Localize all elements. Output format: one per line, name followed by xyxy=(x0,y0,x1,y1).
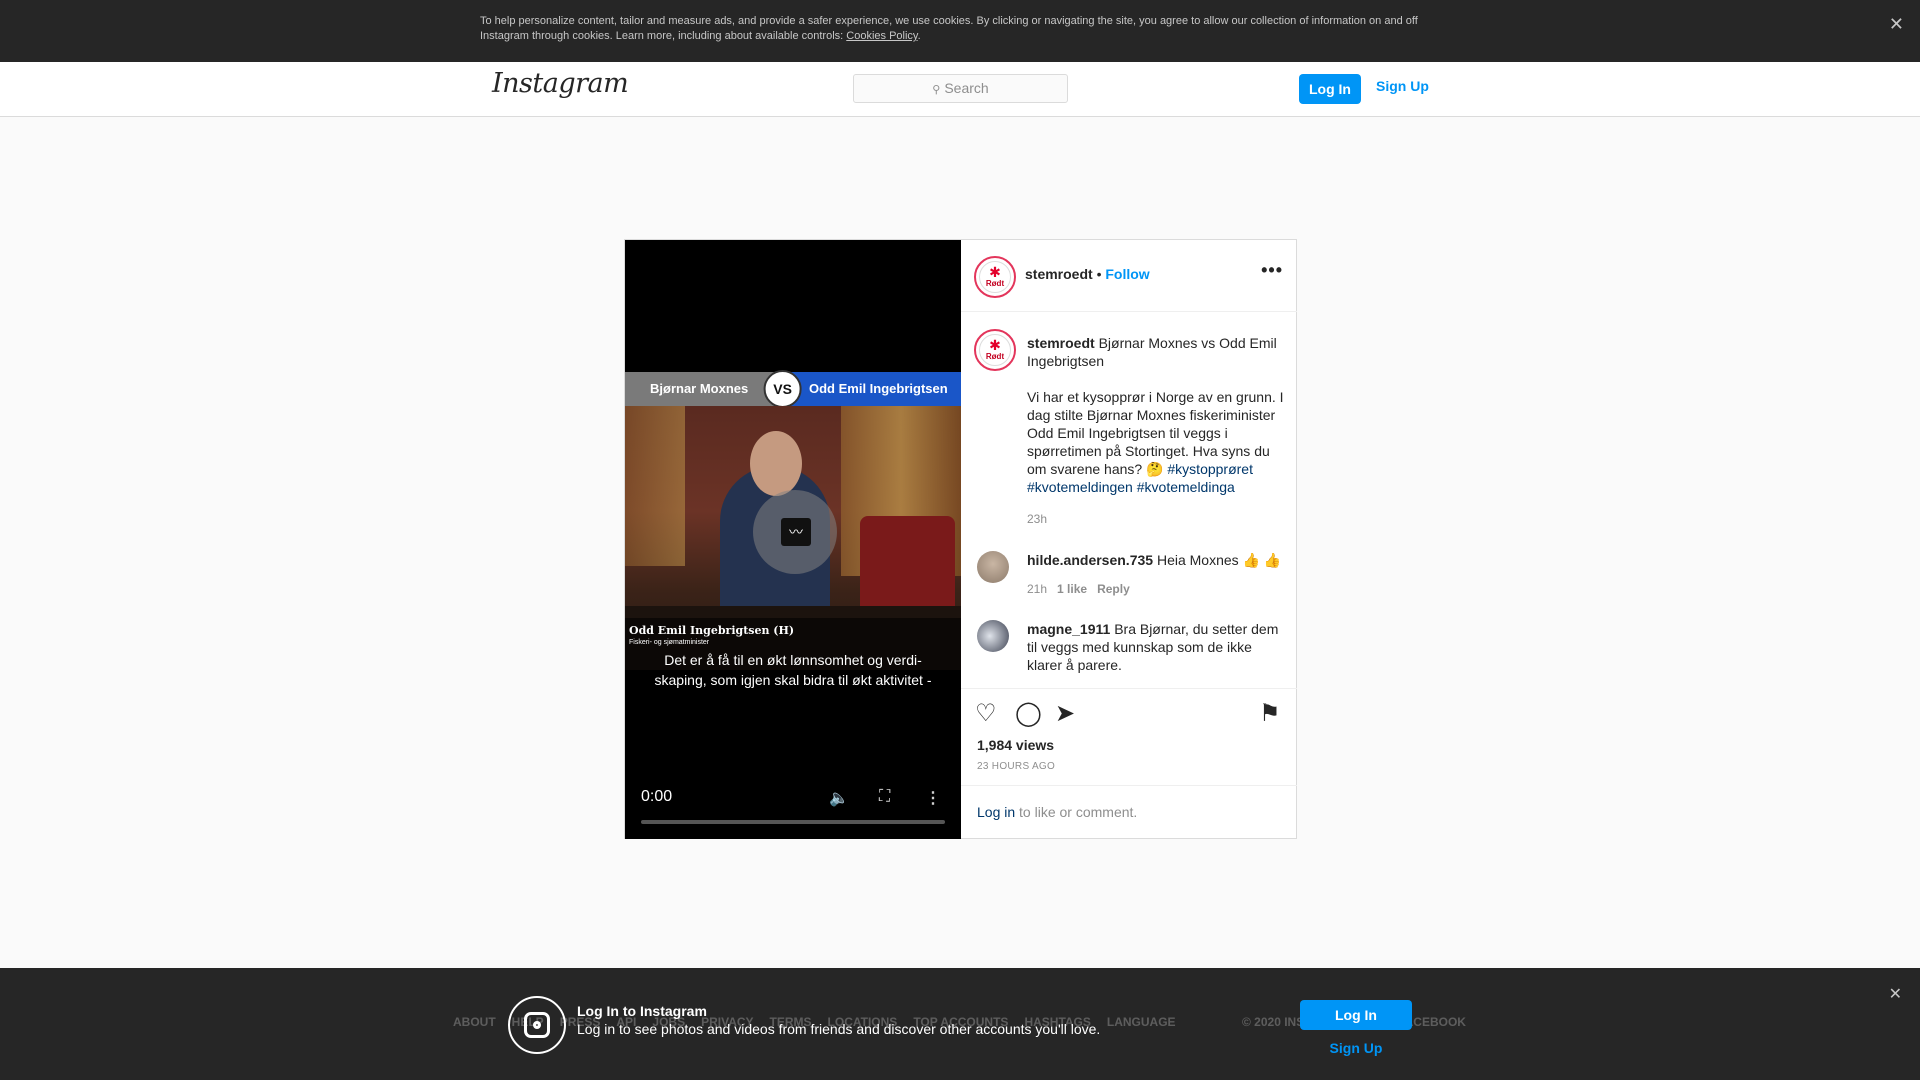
view-count[interactable]: 1,984 views xyxy=(977,737,1054,753)
reply-button[interactable]: Reply xyxy=(1097,582,1130,596)
avatar[interactable]: ✱ Rødt xyxy=(974,256,1016,298)
vs-banner: Bjørnar Moxnes Odd Emil Ingebrigtsen VS xyxy=(625,370,961,408)
comment-likes[interactable]: 1 like xyxy=(1057,582,1087,596)
avatar[interactable] xyxy=(977,551,1009,583)
comment-icon[interactable]: ◯ xyxy=(1015,699,1042,728)
login-banner: ABOUT HELP PRESS API JOBS PRIVACY TERMS LOCATIO… xyxy=(0,968,1920,1080)
hashtag-link[interactable]: #kystopprøret xyxy=(1167,461,1253,477)
signup-link[interactable]: Sign Up xyxy=(1376,78,1429,94)
video-time: 0:00 xyxy=(641,788,673,805)
search-icon: ⚲ xyxy=(932,84,941,96)
cookie-message: To help personalize content, tailor and … xyxy=(480,15,1418,42)
camera-lens xyxy=(533,1021,541,1029)
avatar-image: ✱ Rødt xyxy=(979,261,1011,293)
video-controls: 0:00 🔈 ⛶ ⋮ xyxy=(625,780,961,839)
comment-meta: 21h 1 like Reply xyxy=(1027,582,1140,596)
top-nav: Instagram ⚲ Search Log In Sign Up xyxy=(0,62,1920,117)
footer-link[interactable]: LANGUAGE xyxy=(1107,1015,1176,1029)
speaker-head xyxy=(750,431,802,496)
login-prompt: Log in to like or comment. xyxy=(961,785,1297,839)
play-button[interactable]: 〰 xyxy=(753,490,837,574)
comment-username[interactable]: hilde.andersen.735 xyxy=(1027,552,1153,568)
star-icon: ✱ xyxy=(989,337,1001,353)
caption-username[interactable]: stemroedt xyxy=(1027,335,1095,351)
search-placeholder: Search xyxy=(944,80,989,96)
avatar[interactable]: ✱ Rødt xyxy=(974,329,1016,371)
avatar-text: Rødt xyxy=(985,279,1005,288)
post-actions: ♡ ◯ ➤ ⚑ 1,984 views 23 HOURS AGO Log in … xyxy=(961,688,1297,838)
heart-icon[interactable]: ♡ xyxy=(975,699,997,728)
login-button[interactable]: Log In xyxy=(1299,74,1361,104)
wood-paneling xyxy=(625,406,685,566)
separator: • xyxy=(1092,266,1106,282)
share-icon[interactable]: ➤ xyxy=(1055,699,1075,728)
video-progress-bar[interactable] xyxy=(641,820,945,824)
comment-text: Heia Moxnes 👍 👍 xyxy=(1156,552,1282,568)
caption: stemroedt Bjørnar Moxnes vs Odd Emil Ing… xyxy=(1027,334,1289,370)
banner-subtitle: Log in to see photos and videos from fri… xyxy=(577,1021,1101,1037)
banner-signup-link[interactable]: Sign Up xyxy=(1300,1040,1412,1056)
avatar[interactable] xyxy=(977,620,1009,652)
post-author: stemroedt • Follow xyxy=(1025,266,1150,282)
banner-login-button[interactable]: Log In xyxy=(1300,1000,1412,1030)
red-chair xyxy=(860,516,955,606)
close-icon[interactable]: ✕ xyxy=(1889,984,1902,1004)
lower-third-role: Fiskeri- og sjømatminister xyxy=(629,639,710,646)
post-header: ✱ Rødt stemroedt • Follow ••• xyxy=(961,240,1297,312)
cookie-end: . xyxy=(917,30,921,42)
avatar-image: ✱ Rødt xyxy=(979,334,1011,366)
caption-time: 23h xyxy=(1027,512,1057,526)
comment: hilde.andersen.735 Heia Moxnes 👍 👍 xyxy=(1027,551,1289,569)
comments-list: ✱ Rødt stemroedt Bjørnar Moxnes vs Odd Em… xyxy=(961,312,1297,692)
footer-link[interactable]: ABOUT xyxy=(453,1015,496,1029)
post-timestamp[interactable]: 23 HOURS AGO xyxy=(977,761,1055,772)
loading-icon: 〰 xyxy=(781,518,811,546)
post-card: Bjørnar Moxnes Odd Emil Ingebrigtsen VS … xyxy=(624,239,1297,839)
comment: magne_1911 Bra Bjørnar, du setter dem ti… xyxy=(1027,620,1289,674)
vs-left-name: Bjørnar Moxnes xyxy=(625,372,775,406)
bookmark-icon[interactable]: ⚑ xyxy=(1259,699,1281,728)
more-options-icon[interactable]: ••• xyxy=(1261,260,1283,281)
username-link[interactable]: stemroedt xyxy=(1025,266,1093,282)
cookie-text: To help personalize content, tailor and … xyxy=(480,14,1440,44)
cookies-policy-link[interactable]: Cookies Policy xyxy=(846,30,917,42)
volume-icon[interactable]: 🔈 xyxy=(829,788,849,808)
fullscreen-icon[interactable]: ⛶ xyxy=(879,788,890,806)
caption-timestamp: 23h xyxy=(1027,512,1048,526)
comment-time: 21h xyxy=(1027,582,1048,596)
caption-body: Vi har et kysopprør i Norge av en grunn.… xyxy=(1027,388,1289,496)
search-input[interactable]: ⚲ Search xyxy=(853,74,1068,103)
star-icon: ✱ xyxy=(989,264,1001,280)
login-prompt-rest: to like or comment. xyxy=(1015,804,1138,820)
follow-button[interactable]: Follow xyxy=(1105,266,1149,282)
close-icon[interactable]: ✕ xyxy=(1889,14,1904,35)
instagram-logo[interactable]: Instagram xyxy=(492,68,629,99)
cookie-banner: To help personalize content, tailor and … xyxy=(0,0,1920,62)
banner-title: Log In to Instagram xyxy=(577,1003,707,1019)
instagram-glyph-icon xyxy=(508,996,566,1054)
login-prompt-text: Log in to like or comment. xyxy=(977,804,1137,820)
camera-outline xyxy=(524,1012,550,1038)
comment-username[interactable]: magne_1911 xyxy=(1027,621,1110,637)
post-sidebar: ✱ Rødt stemroedt • Follow ••• ✱ Rødt stemr… xyxy=(961,240,1297,839)
vs-right-name: Odd Emil Ingebrigtsen xyxy=(775,372,961,406)
video-subtitle: Det er å få til en økt lønnsomhet og ver… xyxy=(654,652,932,688)
lower-third-name: Odd Emil Ingebrigtsen (H) xyxy=(629,624,795,637)
video-player[interactable]: Bjørnar Moxnes Odd Emil Ingebrigtsen VS … xyxy=(625,240,961,839)
hashtag-link[interactable]: #kvotemeldinga xyxy=(1137,479,1235,495)
avatar-text: Rødt xyxy=(985,352,1005,361)
login-link[interactable]: Log in xyxy=(977,804,1015,820)
vs-badge: VS xyxy=(763,370,802,408)
more-options-icon[interactable]: ⋮ xyxy=(925,788,941,808)
hashtag-link[interactable]: #kvotemeldingen xyxy=(1027,479,1133,495)
